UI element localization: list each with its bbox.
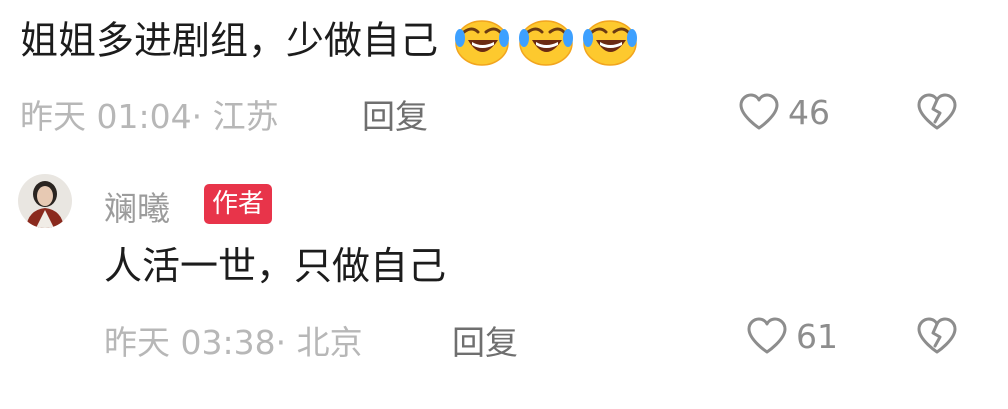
author-name[interactable]: 斓曦 — [104, 182, 170, 230]
comment-1-text-row: 姐姐多进剧组，少做自己 — [20, 18, 638, 68]
broken-heart-icon — [916, 316, 958, 356]
comment-1-reply-button[interactable]: 回复 — [362, 90, 428, 138]
laughing-crying-emoji — [454, 18, 510, 68]
comment-1-like-button[interactable]: 46 — [738, 92, 830, 132]
comment-2-reply-button[interactable]: 回复 — [452, 316, 518, 364]
heart-icon — [738, 92, 780, 132]
comment-2-like-count: 61 — [796, 316, 838, 356]
heart-icon — [746, 316, 788, 356]
comment-2-timestamp: 昨天 03:38 — [104, 323, 276, 362]
comment-1-meta: 昨天 01:04· 江苏 — [20, 90, 279, 138]
comment-2-meta: 昨天 03:38· 北京 — [104, 316, 363, 364]
broken-heart-icon — [916, 92, 958, 132]
comment-1-text: 姐姐多进剧组，少做自己 — [20, 18, 439, 63]
comment-1-location: · 江苏 — [191, 97, 279, 136]
comment-1-like-count: 46 — [788, 92, 830, 132]
comment-1-timestamp: 昨天 01:04 — [20, 97, 192, 136]
comment-2-like-button[interactable]: 61 — [746, 316, 838, 356]
comment-2-location: · 北京 — [275, 323, 363, 362]
avatar[interactable] — [18, 174, 72, 228]
comment-2-text: 人活一世，只做自己 — [104, 244, 447, 288]
comment-1-dislike-button[interactable] — [916, 92, 958, 132]
comment-2-dislike-button[interactable] — [916, 316, 958, 356]
author-badge: 作者 — [204, 184, 273, 224]
comment-1-emojis — [454, 18, 638, 68]
laughing-crying-emoji — [518, 18, 574, 68]
laughing-crying-emoji — [582, 18, 638, 68]
